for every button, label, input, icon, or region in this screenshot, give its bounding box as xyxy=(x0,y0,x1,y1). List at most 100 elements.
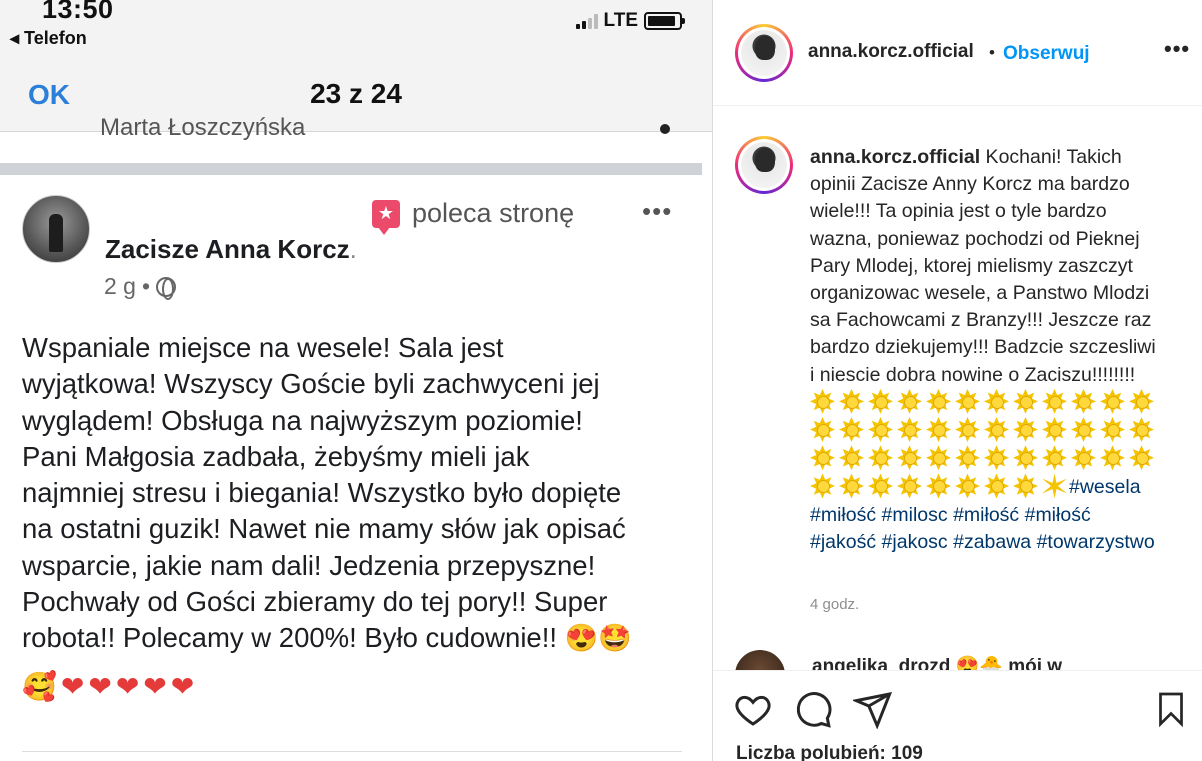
share-icon[interactable] xyxy=(853,689,893,729)
hashtag-link[interactable]: #miłość xyxy=(810,504,876,526)
signal-icon xyxy=(575,13,598,29)
sun-emoji xyxy=(1013,389,1038,414)
sun-emoji xyxy=(1013,473,1038,498)
comment-preview: angelika_drozd 😍🐣 mój w xyxy=(735,650,1195,670)
more-options-icon[interactable]: ••• xyxy=(1164,36,1190,62)
sun-emoji xyxy=(926,389,951,414)
sun-emoji xyxy=(1129,417,1154,442)
sun-emoji xyxy=(984,389,1009,414)
page-name-suffix: . xyxy=(349,234,357,264)
sun-emoji xyxy=(897,417,922,442)
status-indicators: LTE xyxy=(575,10,685,32)
recommend-star-icon: ★ xyxy=(372,199,400,235)
sun-emoji xyxy=(1071,445,1096,470)
sun-emoji xyxy=(1129,445,1154,470)
sun-emoji xyxy=(955,417,980,442)
heart-eyes-emoji: 😍🤩 xyxy=(564,623,632,654)
status-time: 13:50 xyxy=(42,0,114,24)
network-label: LTE xyxy=(603,10,638,31)
caption-username[interactable]: anna.korcz.official xyxy=(810,146,980,168)
sun-emoji xyxy=(1042,417,1067,442)
sun-emoji xyxy=(926,473,951,498)
hashtag-link[interactable]: #miłość xyxy=(1025,504,1091,526)
meta-separator: • xyxy=(141,273,151,299)
cut-off-name: Marta Łoszczyńska xyxy=(100,114,306,141)
sun-emoji xyxy=(868,389,893,414)
likes-count[interactable]: Liczba polubień: 109 xyxy=(736,743,923,761)
sun-emoji xyxy=(1129,389,1154,414)
review-text: Wspaniale miejsce na wesele! Sala jest w… xyxy=(22,330,687,657)
sun-emoji xyxy=(897,389,922,414)
post-caption: anna.korcz.official Kochani! Takich opin… xyxy=(810,144,1160,556)
sparkle-emoji xyxy=(1042,473,1067,498)
hashtag-link[interactable]: #wesela xyxy=(1069,476,1141,498)
sun-emoji xyxy=(868,473,893,498)
ig-post-header: anna.korcz.official • Obserwuj ••• xyxy=(713,0,1202,106)
caption-text: Kochani! Takich opinii Zacisze Anny Korc… xyxy=(810,146,1156,386)
smiling-hearts-emoji: 🥰 xyxy=(22,671,57,702)
hashtag-link[interactable]: #towarzystwo xyxy=(1037,531,1155,553)
bookmark-icon[interactable] xyxy=(1153,689,1189,729)
commenter-avatar[interactable] xyxy=(735,650,785,670)
sun-emoji xyxy=(955,473,980,498)
follow-button[interactable]: Obserwuj xyxy=(1003,43,1090,65)
sun-emoji xyxy=(1100,445,1125,470)
hashtag-link[interactable]: #zabawa xyxy=(953,531,1031,553)
header-dot: • xyxy=(989,43,995,62)
sun-emoji xyxy=(1013,417,1038,442)
sun-emoji xyxy=(897,473,922,498)
sun-emoji xyxy=(1100,417,1125,442)
instagram-panel: anna.korcz.official • Obserwuj ••• anna.… xyxy=(713,0,1202,761)
page-avatar[interactable] xyxy=(22,195,90,263)
comment-text: angelika_drozd 😍🐣 mój w xyxy=(812,656,1063,670)
separator-bar xyxy=(0,163,702,175)
post-time: 4 godz. xyxy=(810,596,860,613)
sun-emoji xyxy=(897,445,922,470)
sun-emoji xyxy=(839,417,864,442)
post-divider xyxy=(22,751,682,752)
sun-emoji xyxy=(955,445,980,470)
sun-emoji xyxy=(810,417,835,442)
hashtag-link[interactable]: #milosc xyxy=(882,504,948,526)
sun-emoji xyxy=(955,389,980,414)
sun-emoji xyxy=(926,417,951,442)
caption-avatar[interactable] xyxy=(735,136,793,194)
sun-emoji xyxy=(1013,445,1038,470)
post-meta: 2 g • xyxy=(104,273,177,300)
photo-pager: 23 z 24 xyxy=(310,78,402,109)
red-heart-emoji: ❤ xyxy=(88,671,112,702)
hearts-row: 🥰 ❤ ❤ ❤ ❤ ❤ xyxy=(22,670,194,703)
sun-emoji xyxy=(1071,389,1096,414)
red-heart-emoji: ❤ xyxy=(170,671,195,702)
sun-emoji xyxy=(926,445,951,470)
hashtag-link[interactable]: #jakosc xyxy=(882,531,948,553)
red-heart-emoji: ❤ xyxy=(60,671,85,702)
sun-emoji xyxy=(1042,389,1067,414)
sun-emoji xyxy=(839,389,864,414)
battery-icon xyxy=(644,12,685,30)
comment-icon[interactable] xyxy=(793,689,833,729)
heart-icon[interactable] xyxy=(733,689,773,729)
sun-emoji xyxy=(1100,389,1125,414)
page-name-text: Zacisze Anna Korcz xyxy=(105,234,350,264)
recommends-badge: ★ poleca stronę xyxy=(372,198,575,235)
sun-emoji xyxy=(868,417,893,442)
action-bar: Liczba polubień: 109 xyxy=(713,670,1202,761)
sun-emoji xyxy=(1042,445,1067,470)
profile-username[interactable]: anna.korcz.official xyxy=(808,41,974,63)
post-more-icon[interactable]: ••• xyxy=(642,196,672,227)
sun-emoji xyxy=(984,417,1009,442)
sun-emoji xyxy=(810,445,835,470)
sun-emoji xyxy=(810,473,835,498)
review-body: Wspaniale miejsce na wesele! Sala jest w… xyxy=(22,332,626,654)
recommends-label: poleca stronę xyxy=(412,198,575,228)
back-to-app-link[interactable]: ◂ Telefon xyxy=(10,28,87,49)
hashtag-link[interactable]: #miłość xyxy=(953,504,1019,526)
post-time: 2 g xyxy=(104,273,136,299)
phone-screenshot: 13:50 ◂ Telefon LTE OK 23 z 24 Marta Łos… xyxy=(0,0,712,761)
hashtag-link[interactable]: #jakość xyxy=(810,531,876,553)
profile-avatar[interactable] xyxy=(735,24,793,82)
page-name-link[interactable]: Zacisze Anna Korcz. xyxy=(105,234,357,265)
red-heart-emoji: ❤ xyxy=(115,671,140,702)
sun-emoji xyxy=(839,445,864,470)
